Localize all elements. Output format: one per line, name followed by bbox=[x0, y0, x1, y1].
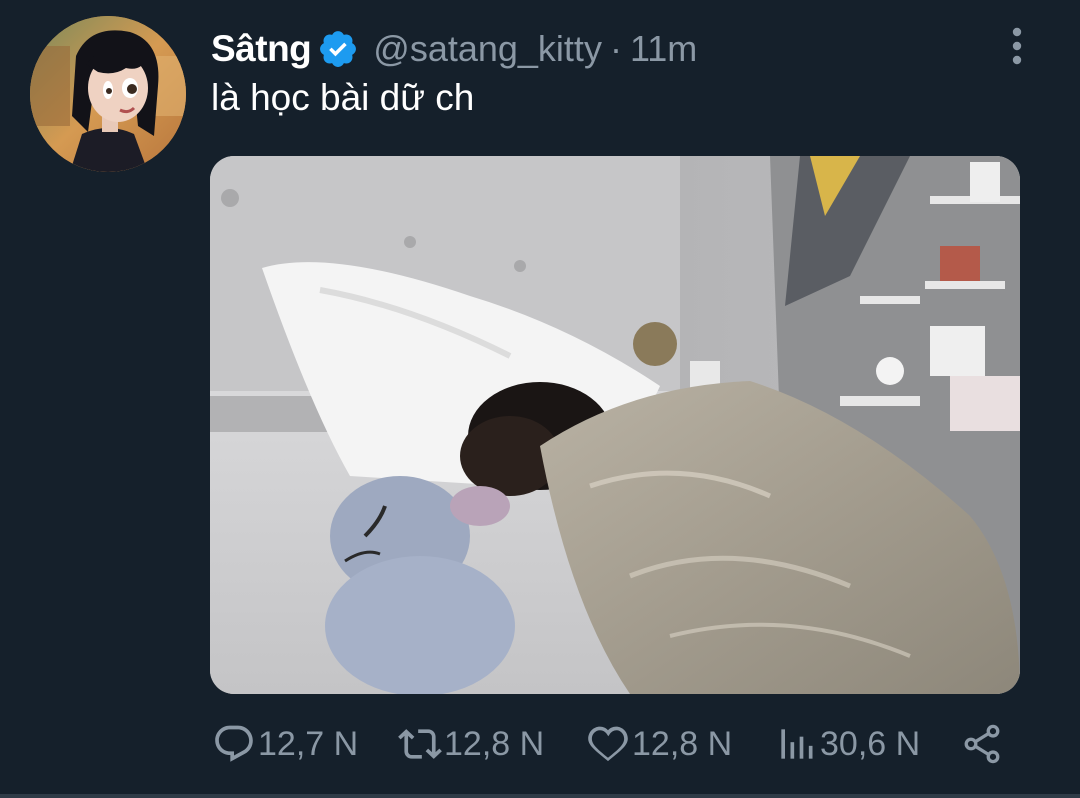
retweet-count: 12,8 N bbox=[444, 724, 545, 763]
retweet-icon bbox=[398, 722, 442, 766]
more-vertical-icon[interactable] bbox=[1005, 26, 1029, 66]
reply-count: 12,7 N bbox=[258, 724, 359, 763]
retweet-button[interactable]: 12,8 N bbox=[398, 718, 544, 770]
tweet-actions: 12,7 N 12,8 N 12,8 N 30,6 N bbox=[212, 718, 1012, 770]
separator-dot: · bbox=[609, 28, 622, 69]
tweet-header: Sâtng @satang_kitty · 11m bbox=[211, 24, 697, 74]
reply-button[interactable]: 12,7 N bbox=[212, 718, 358, 770]
timestamp[interactable]: 11m bbox=[630, 28, 697, 70]
tweet[interactable]: Sâtng @satang_kitty · 11m là học bài dữ … bbox=[0, 0, 1080, 798]
avatar[interactable] bbox=[30, 16, 186, 172]
divider bbox=[0, 794, 1080, 798]
share-button[interactable] bbox=[960, 718, 1004, 770]
reply-icon bbox=[212, 722, 256, 766]
views-count: 30,6 N bbox=[820, 724, 921, 763]
like-button[interactable]: 12,8 N bbox=[586, 718, 732, 770]
heart-icon bbox=[586, 722, 630, 766]
verified-badge-icon bbox=[317, 28, 359, 70]
views-button[interactable]: 30,6 N bbox=[774, 718, 920, 770]
author-handle[interactable]: @satang_kitty bbox=[373, 28, 602, 70]
display-name[interactable]: Sâtng bbox=[211, 28, 312, 70]
like-count: 12,8 N bbox=[632, 724, 733, 763]
views-icon bbox=[774, 722, 818, 766]
tweet-text: là học bài dữ ch bbox=[211, 77, 475, 118]
share-icon bbox=[960, 722, 1004, 766]
tweet-photo[interactable] bbox=[210, 156, 1020, 694]
